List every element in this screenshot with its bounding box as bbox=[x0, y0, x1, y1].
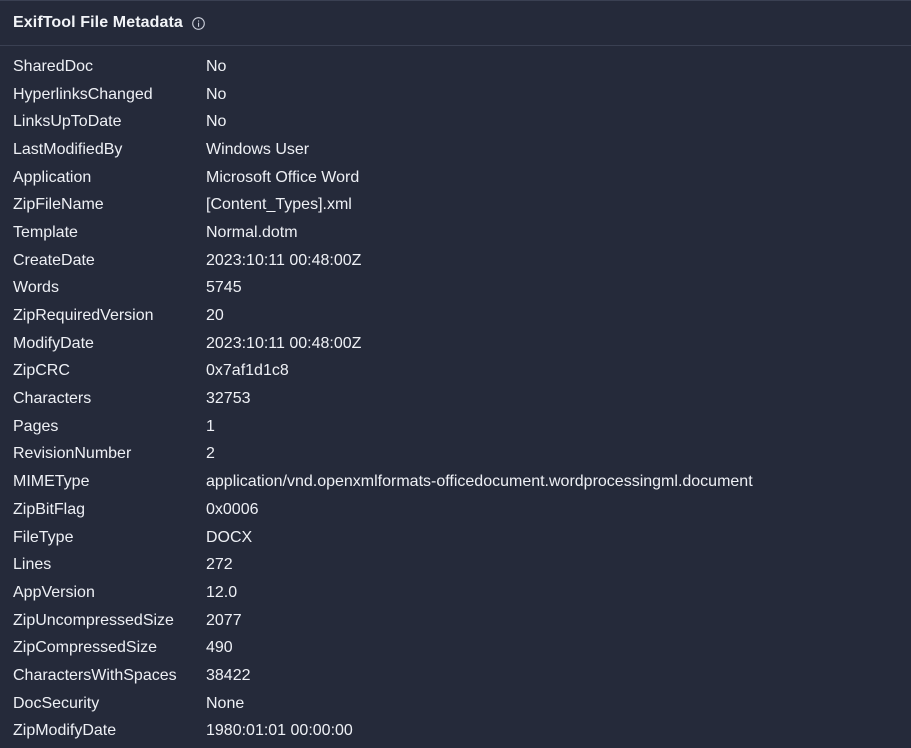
metadata-key: Lines bbox=[13, 556, 52, 574]
metadata-value: 272 bbox=[206, 556, 233, 574]
metadata-key: AppVersion bbox=[13, 583, 95, 601]
metadata-row: ModifyDate 2023:10:11 00:48:00Z bbox=[0, 330, 911, 358]
metadata-row: Application Microsoft Office Word bbox=[0, 164, 911, 192]
metadata-key: Template bbox=[13, 223, 78, 241]
metadata-value: 20 bbox=[206, 307, 224, 325]
metadata-key: Pages bbox=[13, 417, 59, 435]
metadata-row: ZipCompressedSize 490 bbox=[0, 634, 911, 662]
metadata-value: No bbox=[206, 113, 227, 131]
metadata-value: 12.0 bbox=[206, 583, 238, 601]
metadata-key: ZipModifyDate bbox=[13, 722, 117, 740]
metadata-row: ZipUncompressedSize 2077 bbox=[0, 607, 911, 635]
metadata-row: Words 5745 bbox=[0, 275, 911, 303]
metadata-key: Words bbox=[13, 279, 59, 297]
metadata-row: AppVersion 12.0 bbox=[0, 579, 911, 607]
metadata-value: 38422 bbox=[206, 666, 251, 684]
metadata-key: ZipRequiredVersion bbox=[13, 307, 154, 325]
metadata-key: LastModifiedBy bbox=[13, 140, 123, 158]
metadata-row: DocSecurity None bbox=[0, 690, 911, 718]
panel-header: ExifTool File Metadata bbox=[0, 1, 911, 46]
metadata-row: ZipBitFlag 0x0006 bbox=[0, 496, 911, 524]
metadata-value: 2 bbox=[206, 445, 215, 463]
metadata-value: 490 bbox=[206, 639, 233, 657]
metadata-row: ZipModifyDate 1980:01:01 00:00:00 bbox=[0, 718, 911, 746]
metadata-row: CharactersWithSpaces 38422 bbox=[0, 662, 911, 690]
info-icon[interactable] bbox=[192, 17, 205, 30]
metadata-value: 2023:10:11 00:48:00Z bbox=[206, 251, 362, 269]
metadata-value: 0x0006 bbox=[206, 500, 259, 518]
metadata-row: Pages 1 bbox=[0, 413, 911, 441]
panel-title: ExifTool File Metadata bbox=[13, 14, 183, 31]
metadata-row: MIMEType application/vnd.openxmlformats-o… bbox=[0, 468, 911, 496]
metadata-value: Microsoft Office Word bbox=[206, 168, 360, 186]
metadata-value: [Content_Types].xml bbox=[206, 196, 352, 214]
metadata-value: Normal.dotm bbox=[206, 223, 298, 241]
metadata-row: SharedDoc No bbox=[0, 53, 911, 81]
metadata-value: No bbox=[206, 85, 227, 103]
metadata-row: Lines 272 bbox=[0, 551, 911, 579]
metadata-value: 5745 bbox=[206, 279, 242, 297]
metadata-key: Application bbox=[13, 168, 92, 186]
metadata-value: 1980:01:01 00:00:00 bbox=[206, 722, 353, 740]
metadata-key: RevisionNumber bbox=[13, 445, 132, 463]
metadata-key: LinksUpToDate bbox=[13, 113, 122, 131]
metadata-key: DocSecurity bbox=[13, 694, 100, 712]
metadata-value: 2023:10:11 00:48:00Z bbox=[206, 334, 362, 352]
metadata-row: FileType DOCX bbox=[0, 524, 911, 552]
metadata-key: CharactersWithSpaces bbox=[13, 666, 177, 684]
metadata-row: ZipRequiredVersion 20 bbox=[0, 302, 911, 330]
metadata-row: ZipCRC 0x7af1d1c8 bbox=[0, 358, 911, 386]
metadata-value: None bbox=[206, 694, 245, 712]
metadata-value: Windows User bbox=[206, 140, 310, 158]
metadata-key: Characters bbox=[13, 390, 92, 408]
metadata-panel: ExifTool File Metadata SharedDoc No Hyperl… bbox=[0, 0, 911, 748]
metadata-key: ZipFileName bbox=[13, 196, 104, 214]
metadata-key: MIMEType bbox=[13, 473, 90, 491]
metadata-key: ModifyDate bbox=[13, 334, 94, 352]
metadata-row: RevisionNumber 2 bbox=[0, 441, 911, 469]
metadata-key: CreateDate bbox=[13, 251, 95, 269]
metadata-key: ZipCompressedSize bbox=[13, 639, 158, 657]
metadata-key: HyperlinksChanged bbox=[13, 85, 153, 103]
metadata-key: SharedDoc bbox=[13, 57, 94, 75]
metadata-key: ZipCRC bbox=[13, 362, 70, 380]
metadata-row: LinksUpToDate No bbox=[0, 108, 911, 136]
metadata-value: 2077 bbox=[206, 611, 242, 629]
metadata-row: Template Normal.dotm bbox=[0, 219, 911, 247]
metadata-value: 0x7af1d1c8 bbox=[206, 362, 289, 380]
metadata-key: FileType bbox=[13, 528, 74, 546]
metadata-key: ZipUncompressedSize bbox=[13, 611, 174, 629]
metadata-value: DOCX bbox=[206, 528, 253, 546]
metadata-value: 32753 bbox=[206, 390, 251, 408]
metadata-row: LastModifiedBy Windows User bbox=[0, 136, 911, 164]
metadata-value: 1 bbox=[206, 417, 215, 435]
metadata-table: SharedDoc No HyperlinksChanged No LinksUpToD… bbox=[0, 53, 911, 745]
metadata-row: CreateDate 2023:10:11 00:48:00Z bbox=[0, 247, 911, 275]
metadata-value: application/vnd.openxmlformats-officedoc… bbox=[206, 473, 753, 491]
metadata-row: HyperlinksChanged No bbox=[0, 81, 911, 109]
metadata-key: ZipBitFlag bbox=[13, 500, 86, 518]
metadata-value: No bbox=[206, 57, 227, 75]
metadata-row: Characters 32753 bbox=[0, 385, 911, 413]
metadata-row: ZipFileName [Content_Types].xml bbox=[0, 191, 911, 219]
